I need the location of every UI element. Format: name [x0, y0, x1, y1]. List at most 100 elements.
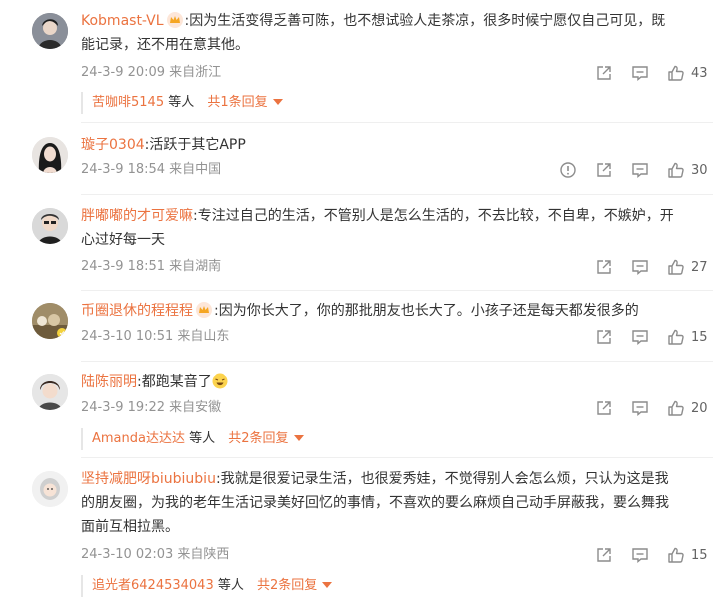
comment-meta: 24-3-10 02:03 来自陕西	[81, 545, 229, 565]
like-icon[interactable]	[667, 64, 685, 82]
comment-body-line1: :我就是很爱记录生活，也很爱秀娃，不觉得别人会怎么烦，只认为这是我	[215, 471, 669, 487]
like-count: 43	[691, 65, 708, 81]
like-count: 20	[691, 400, 708, 416]
comment-location: 来自陕西	[177, 547, 230, 562]
like-icon[interactable]	[667, 399, 685, 417]
laughing-face-emoji-icon	[212, 373, 228, 389]
like-count: 15	[691, 547, 708, 563]
avatar[interactable]	[32, 13, 68, 49]
comment-text: 坚持减肥呀biubiubiu:我就是很爱记录生活，也很爱秀娃，不觉得别人会怎么烦…	[81, 467, 711, 539]
comment-location: 来自山东	[177, 329, 230, 344]
reply-count[interactable]: 共2条回复	[257, 578, 317, 593]
like-icon[interactable]	[667, 328, 685, 346]
comment-icon[interactable]	[631, 258, 649, 276]
divider	[81, 290, 713, 291]
like-count: 30	[691, 162, 708, 178]
comment-meta: 24-3-9 18:51 来自湖南	[81, 257, 221, 277]
share-icon[interactable]	[595, 161, 613, 179]
crown-badge-icon	[196, 302, 212, 318]
divider	[81, 457, 713, 458]
reply-others-text: 等人	[184, 431, 220, 446]
username[interactable]: 陆陈丽明	[81, 374, 137, 390]
comment-date: 24-3-9 20:09	[81, 65, 166, 80]
reply-username[interactable]: 苦咖啡5145	[92, 95, 164, 110]
avatar[interactable]	[32, 303, 68, 339]
comment-text: Kobmast-VL :因为生活变得乏善可陈，也不想试验人走茶凉，很多时候宁愿仅自…	[81, 9, 711, 57]
comment-body-line1: :因为你长大了，你的那批朋友也长大了。小孩子还是每天都发很多的	[214, 303, 639, 319]
chevron-down-icon[interactable]	[322, 582, 333, 588]
divider	[81, 361, 713, 362]
comment-date: 24-3-9 18:51	[81, 259, 166, 274]
reply-count[interactable]: 共1条回复	[207, 95, 267, 110]
avatar[interactable]	[32, 374, 68, 410]
comment-text: 胖嘟嘟的才可爱嘛:专注过自己的生活，不管别人是怎么生活的，不去比较，不自卑，不嫉…	[81, 204, 711, 252]
comment-location: 来自湖南	[169, 259, 222, 274]
chevron-down-icon[interactable]	[293, 435, 304, 441]
username[interactable]: Kobmast-VL	[81, 13, 164, 29]
reply-summary[interactable]: 苦咖啡5145 等人 共1条回复	[81, 92, 283, 114]
share-icon[interactable]	[595, 64, 613, 82]
comment-body-line1: :活跃于其它APP	[144, 137, 246, 153]
reply-username[interactable]: 追光者6424534043	[92, 578, 214, 593]
reply-others-text: 等人	[164, 95, 199, 110]
comment-location: 来自浙江	[169, 65, 222, 80]
share-icon[interactable]	[595, 399, 613, 417]
like-count: 27	[691, 259, 708, 275]
comment-actions: 15	[577, 326, 709, 348]
chevron-down-icon[interactable]	[272, 99, 283, 105]
divider	[81, 194, 713, 195]
username[interactable]: 坚持减肥呀biubiubiu	[81, 471, 216, 487]
comment-actions: 15	[577, 544, 709, 566]
comment-body-line1: :专注过自己的生活，不管别人是怎么生活的，不去比较，不自卑，不嫉妒，开	[193, 208, 674, 224]
comment-date: 24-3-10 10:51	[81, 329, 174, 344]
comment-body-line2: 心过好每一天	[81, 232, 165, 248]
comment-actions: 20	[577, 397, 709, 419]
comment-location: 来自中国	[169, 162, 222, 177]
share-icon[interactable]	[595, 328, 613, 346]
avatar[interactable]	[32, 208, 68, 244]
username[interactable]: 璇子0304	[81, 137, 145, 153]
comment-meta: 24-3-9 20:09 来自浙江	[81, 63, 221, 83]
comment-actions: 43	[577, 62, 709, 84]
reply-count[interactable]: 共2条回复	[228, 431, 288, 446]
comment-body-line3: 面前互相拉黑。	[81, 519, 179, 535]
comment-body-line1: :因为生活变得乏善可陈，也不想试验人走茶凉，很多时候宁愿仅自己可见，既	[184, 13, 666, 29]
comment-meta: 24-3-9 18:54 来自中国	[81, 160, 221, 180]
comment-body-line1: :都跑某音了	[137, 374, 212, 390]
reply-summary[interactable]: Amanda达达达 等人 共2条回复	[81, 428, 304, 450]
comment-text: 陆陈丽明:都跑某音了	[81, 370, 711, 394]
comment-text: 璇子0304:活跃于其它APP	[81, 133, 711, 157]
comment-icon[interactable]	[631, 546, 649, 564]
report-icon[interactable]	[559, 161, 577, 179]
comment-date: 24-3-10 02:03	[81, 547, 174, 562]
like-icon[interactable]	[667, 546, 685, 564]
comment-body-line2: 的朋友圈，为我的老年生活记录美好回忆的事情，不喜欢的要么麻烦自己动手屏蔽我，要么…	[81, 495, 669, 511]
comment-icon[interactable]	[631, 328, 649, 346]
reply-others-text: 等人	[213, 578, 248, 593]
username[interactable]: 币圈退休的程程程	[81, 303, 193, 319]
comment-body-line2: 能记录，还不用在意其他。	[81, 37, 249, 53]
comment-actions: 30	[541, 159, 709, 181]
comment-meta: 24-3-9 19:22 来自安徽	[81, 398, 221, 418]
avatar[interactable]	[32, 137, 68, 173]
like-icon[interactable]	[667, 258, 685, 276]
comment-actions: 27	[577, 256, 709, 278]
crown-badge-icon	[166, 12, 183, 28]
comment-date: 24-3-9 18:54	[81, 162, 166, 177]
comment-icon[interactable]	[631, 161, 649, 179]
share-icon[interactable]	[595, 546, 613, 564]
avatar[interactable]	[32, 471, 68, 507]
like-count: 15	[691, 329, 708, 345]
reply-username[interactable]: Amanda达达达	[92, 431, 185, 446]
comment-date: 24-3-9 19:22	[81, 400, 166, 415]
comment-icon[interactable]	[631, 399, 649, 417]
username[interactable]: 胖嘟嘟的才可爱嘛	[81, 208, 193, 224]
comment-icon[interactable]	[631, 64, 649, 82]
comment-meta: 24-3-10 10:51 来自山东	[81, 327, 229, 347]
reply-summary[interactable]: 追光者6424534043 等人 共2条回复	[81, 575, 333, 597]
share-icon[interactable]	[595, 258, 613, 276]
divider	[81, 122, 713, 123]
comment-location: 来自安徽	[169, 400, 222, 415]
like-icon[interactable]	[667, 161, 685, 179]
comment-text: 币圈退休的程程程 :因为你长大了，你的那批朋友也长大了。小孩子还是每天都发很多的	[81, 299, 711, 323]
